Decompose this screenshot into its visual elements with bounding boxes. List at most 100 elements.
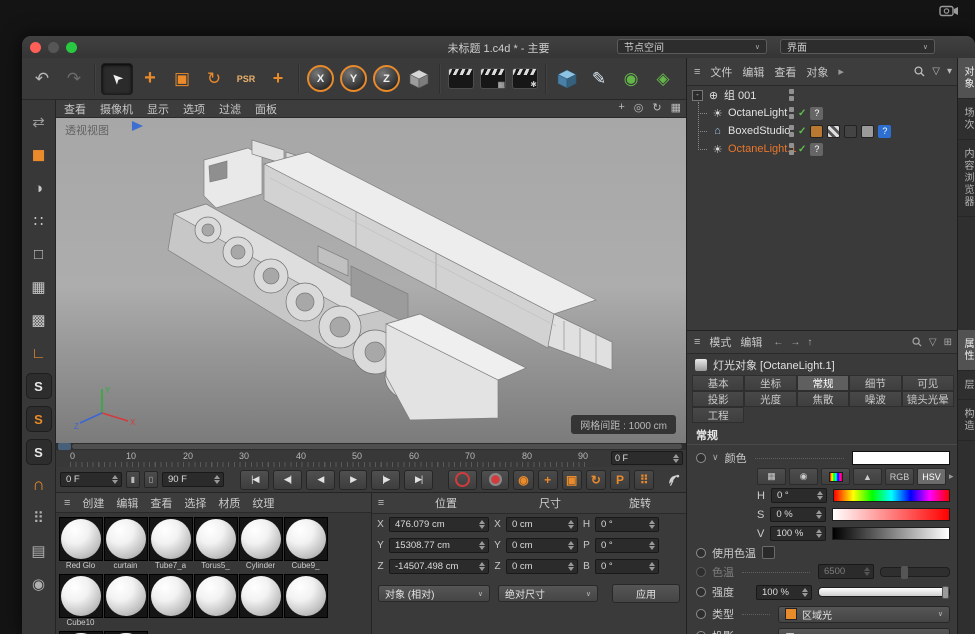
value-gradient-slider[interactable] [832, 527, 950, 540]
animation-dot-icon[interactable] [696, 453, 706, 463]
stepper-arrows-icon[interactable] [817, 491, 823, 500]
render-view-button[interactable] [446, 64, 476, 94]
stepper-arrows-icon[interactable] [479, 520, 485, 529]
tab-structure-vertical[interactable]: 构造 [958, 400, 975, 441]
octane-tag-icon[interactable]: ? [810, 143, 823, 156]
tab-coordinates[interactable]: 坐标 [744, 375, 796, 391]
use-temperature-checkbox[interactable] [762, 546, 775, 559]
make-editable-icon[interactable]: ⇄ [26, 109, 52, 135]
apply-button[interactable]: 应用 [612, 584, 680, 603]
expander-icon[interactable]: - [692, 90, 703, 101]
stepper-arrows-icon[interactable] [214, 475, 220, 484]
points-mode-icon[interactable]: ∷ [26, 208, 52, 234]
material-item[interactable]: Red Glo [58, 517, 103, 571]
material-menu-texture[interactable]: 纹理 [252, 495, 274, 511]
rotation-b-field[interactable]: 0 ° [595, 559, 659, 574]
viewport-menu-view[interactable]: 查看 [64, 101, 86, 117]
edges-mode-icon[interactable]: □ [26, 241, 52, 267]
tab-basic[interactable]: 基本 [692, 375, 744, 391]
animation-dot-icon[interactable] [696, 548, 706, 558]
keyframe-selection-toggle[interactable]: ◉ [513, 470, 533, 490]
spectrum-mode-icon[interactable] [821, 468, 850, 485]
swatches-mode-icon[interactable]: ▦ [757, 468, 786, 485]
zoom-view-icon[interactable]: ◎ [634, 101, 644, 114]
animation-dot-icon[interactable] [696, 587, 706, 597]
rotate-view-icon[interactable]: ↻ [652, 101, 661, 114]
saturation-field[interactable]: 0 % [770, 507, 826, 522]
polygons-mode-icon[interactable]: ▦ [26, 274, 52, 300]
prev-key-button[interactable]: ◀| [273, 470, 302, 490]
material-menu-create[interactable]: 创建 [82, 495, 104, 511]
stepper-arrows-icon[interactable] [649, 562, 655, 571]
tab-attributes-vertical[interactable]: 属性 [958, 330, 975, 371]
tab-shadow[interactable]: 投影 [692, 391, 744, 407]
history-back-icon[interactable]: ← [773, 337, 783, 348]
expand-right-icon[interactable]: ▸ [949, 471, 954, 482]
material-item[interactable]: Cube10 [58, 574, 103, 628]
texture-mode-icon[interactable]: ◑ [26, 175, 52, 201]
visibility-dots[interactable] [789, 89, 794, 101]
goto-end-button[interactable]: ▶| [404, 470, 433, 490]
current-frame-field[interactable]: 0 F [60, 472, 122, 487]
x-axis-lock-button[interactable]: X [307, 65, 334, 92]
position-z-field[interactable]: -14507.498 cm [389, 559, 489, 574]
tab-lens-flare[interactable]: 镜头光晕 [902, 391, 954, 407]
stepper-arrows-icon[interactable] [568, 562, 574, 571]
y-axis-lock-button[interactable]: Y [340, 65, 367, 92]
enabled-check-icon[interactable]: ✓ [798, 144, 806, 155]
viewport-menu-panel[interactable]: 面板 [255, 101, 277, 117]
animation-dot-icon[interactable] [696, 609, 706, 619]
render-to-picture-viewer-button[interactable]: ▦ [478, 64, 508, 94]
subdivision-surface-button[interactable]: ◉ [616, 64, 646, 94]
record-position-toggle[interactable]: + [538, 470, 558, 490]
value-field[interactable]: 100 % [770, 526, 826, 541]
tab-visibility[interactable]: 可见 [902, 375, 954, 391]
material-menu-select[interactable]: 选择 [184, 495, 206, 511]
section-general[interactable]: 常规 [687, 426, 959, 445]
timeline-mode-button[interactable]: ▯ [144, 471, 158, 488]
compositing-tag-icon[interactable] [844, 125, 857, 138]
phong-tag-icon[interactable] [861, 125, 874, 138]
color-swatch[interactable] [852, 451, 950, 465]
current-frame-marker[interactable] [58, 443, 71, 450]
visibility-dots[interactable] [789, 143, 794, 155]
timeline-ruler[interactable]: 0 10 20 30 40 50 60 70 80 90 0 F [56, 450, 686, 468]
tab-content-browser-vertical[interactable]: 内容浏览器 [958, 140, 975, 217]
filter-icon[interactable]: ▽ [929, 337, 937, 348]
octane-tag-selected-icon[interactable]: ? [878, 125, 891, 138]
stepper-arrows-icon[interactable] [568, 520, 574, 529]
texture-tag-icon[interactable] [810, 125, 823, 138]
tab-details[interactable]: 细节 [849, 375, 901, 391]
layout-grid-icon[interactable]: ⊞ [944, 337, 952, 348]
tab-photometric[interactable]: 光度 [744, 391, 796, 407]
live-selection-tool[interactable]: ➤ [101, 63, 133, 95]
image-mode-icon[interactable]: ▲ [853, 468, 882, 485]
size-mode-dropdown[interactable]: 绝对尺寸∨ [498, 585, 598, 602]
object-row-octanelight[interactable]: ☀ OctaneLight ✓ ? [687, 104, 959, 122]
chevron-down-icon[interactable]: ∨ [712, 452, 719, 463]
material-item[interactable]: curtain [103, 517, 148, 571]
goto-start-button[interactable]: |◀ [240, 470, 269, 490]
next-key-button[interactable]: |▶ [371, 470, 400, 490]
perspective-viewport[interactable]: 透视视图 Y X Z 网格间距 : 1000 cm [56, 118, 686, 443]
stepper-arrows-icon[interactable] [816, 510, 822, 519]
visibility-dots[interactable] [789, 125, 794, 137]
object-name[interactable]: OctaneLight [728, 107, 787, 119]
axis-modification-tool[interactable]: + [263, 64, 293, 94]
om-menu-view[interactable]: 查看 [774, 64, 796, 80]
material-menu-view[interactable]: 查看 [150, 495, 172, 511]
om-menu-edit[interactable]: 编辑 [742, 64, 764, 80]
material-item[interactable] [238, 574, 283, 628]
octane-tag-icon[interactable]: ? [810, 107, 823, 120]
workplane-icon[interactable]: ▤ [26, 538, 52, 564]
tab-caustics[interactable]: 焦散 [797, 391, 849, 407]
rotate-tool[interactable]: ↻ [199, 64, 229, 94]
stepper-arrows-icon[interactable] [816, 529, 822, 538]
hue-gradient-slider[interactable] [833, 489, 950, 502]
object-row-group[interactable]: - ⊕ 组 001 [687, 86, 959, 104]
node-space-dropdown[interactable]: 节点空间 ∨ [617, 39, 767, 54]
size-z-field[interactable]: 0 cm [506, 559, 578, 574]
tab-objects-vertical[interactable]: 对象 [958, 58, 975, 99]
material-menu-edit[interactable]: 编辑 [116, 495, 138, 511]
scale-tool[interactable]: ▣ [167, 64, 197, 94]
